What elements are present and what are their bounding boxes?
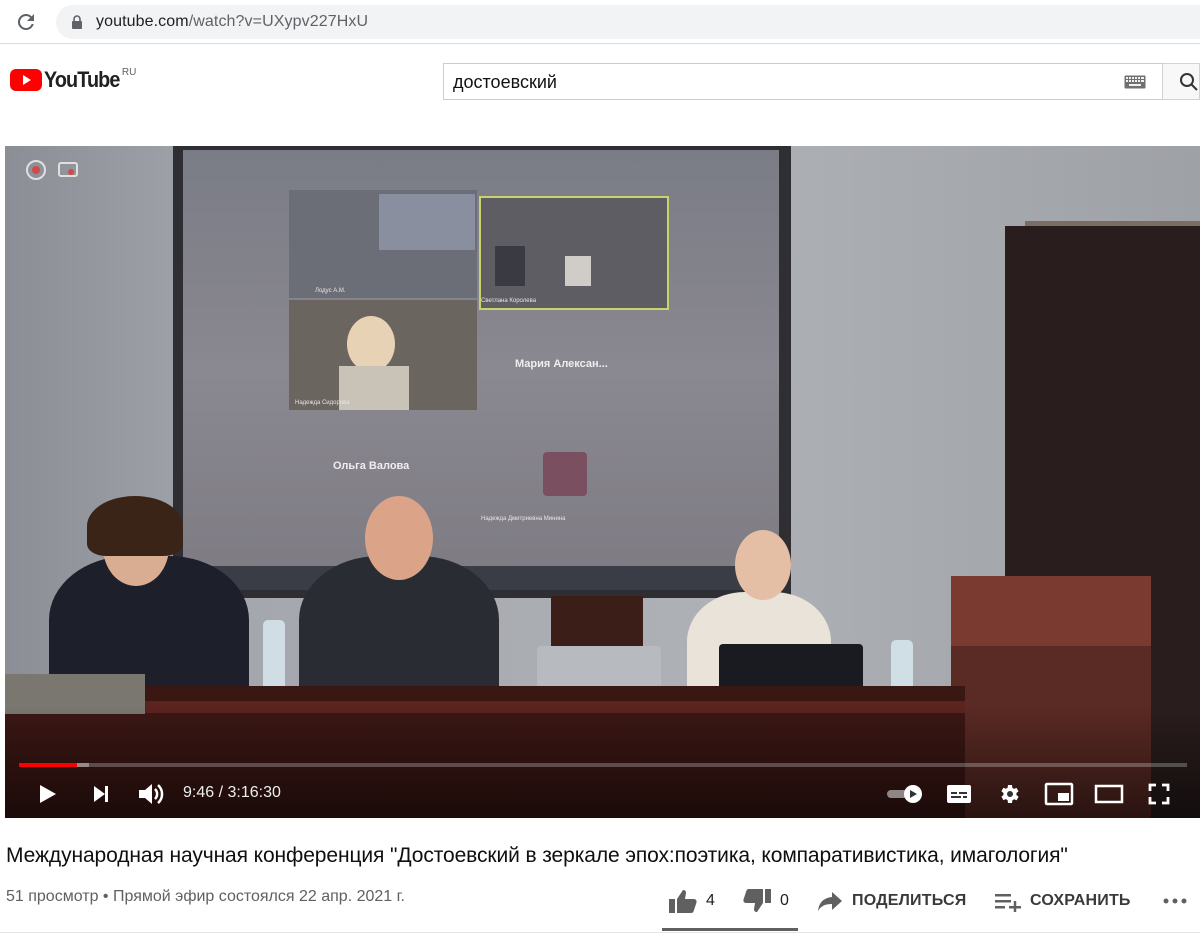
next-button[interactable] [83,776,119,812]
search-input[interactable]: достоевский [443,63,1163,100]
stream-status-icons [26,160,78,180]
search-icon [1180,73,1198,91]
like-ratio-fill [662,928,798,931]
speaker-right-head [735,530,791,600]
more-horizontal-icon [1163,898,1187,904]
dislike-button[interactable]: 0 [742,886,789,916]
speaker-left-hair [87,496,183,556]
miniplayer-icon [1044,782,1074,806]
add-to-playlist-icon [995,894,1021,912]
video-meta: 51 просмотр • Прямой эфир состоялся 22 а… [6,888,405,906]
like-count: 4 [706,892,715,909]
subtitles-icon [947,785,971,803]
browser-toolbar: youtube.com/watch?v=UXypv227HxU [0,0,1200,44]
url-text[interactable]: youtube.com/watch?v=UXypv227HxU [96,13,368,31]
dislike-count: 0 [780,892,789,909]
url-host: youtube.com [96,13,189,30]
youtube-logo[interactable]: YouTube RU [10,67,136,93]
settings-gear-icon [1001,785,1019,803]
time-current: 9:46 [183,784,215,801]
subtitles-button[interactable] [941,776,977,812]
play-icon [40,785,56,803]
volume-button[interactable] [133,776,169,812]
theater-mode-icon [1094,784,1124,804]
thumbs-up-icon [669,890,697,913]
speaker-center-head [365,496,433,580]
participant-name-maria: Мария Алексан... [515,358,608,370]
call-tile-window [379,194,475,250]
theater-mode-button[interactable] [1091,776,1127,812]
logo-region: RU [121,67,137,78]
logo-wordmark: YouTube [44,67,120,92]
stream-date: Прямой эфир состоялся 22 апр. 2021 г. [112,888,405,905]
share-label: ПОДЕЛИТЬСЯ [852,892,967,909]
participant-avatar [543,452,587,496]
video-player[interactable]: Лодус А.М. Светлана Королева Надежда Сид… [5,146,1200,818]
volume-icon [139,784,164,804]
search-query-text: достоевский [453,72,557,92]
call-tile-person [565,256,591,286]
tile-name-label: Светлана Королева [481,298,537,304]
search-button[interactable] [1162,63,1200,100]
like-button[interactable]: 4 [668,886,715,916]
progress-bar[interactable] [19,763,1187,767]
call-tile-person [495,246,525,286]
save-button[interactable]: СОХРАНИТЬ [994,886,1131,916]
share-icon [818,892,842,911]
view-count: 51 просмотр [6,888,99,905]
participant-name-nadezhda: Надежда Дмитриевна Минина [481,516,566,522]
autoplay-toggle-icon [887,785,922,803]
fullscreen-icon [1148,783,1170,805]
time-total: 3:16:30 [227,784,281,801]
podium-top [951,576,1151,646]
time-display: 9:46 / 3:16:30 [183,784,281,802]
lock-icon[interactable] [70,15,84,29]
time-separator: / [214,784,228,801]
youtube-play-logo-icon [10,69,42,91]
tile-name-label: Лодус А.М. [315,288,346,294]
tile-name-label: Надежда Сидорова [295,400,350,406]
play-button[interactable] [29,776,65,812]
url-path: /watch?v=UXypv227HxU [188,13,369,30]
fullscreen-button[interactable] [1141,776,1177,812]
youtube-header: YouTube RU достоевский [0,45,1200,117]
address-bar[interactable]: youtube.com/watch?v=UXypv227HxU [56,5,1200,39]
reload-icon[interactable] [14,10,38,34]
more-actions-button[interactable] [1162,886,1188,916]
like-ratio-bar [662,928,798,931]
settings-button[interactable] [991,776,1027,812]
meta-separator: • [98,888,113,905]
section-divider [0,932,1200,933]
save-label: СОХРАНИТЬ [1030,892,1131,909]
miniplayer-button[interactable] [1041,776,1077,812]
next-icon [94,786,108,802]
video-title: Международная научная конференция "Досто… [6,844,1068,867]
share-button[interactable]: ПОДЕЛИТЬСЯ [816,886,966,916]
autoplay-toggle[interactable] [883,776,927,812]
keyboard-icon[interactable] [1124,75,1146,89]
progress-played [19,763,78,767]
participant-name-olga: Ольга Валова [333,460,410,472]
thumbs-down-icon [743,889,771,912]
call-participant-face [347,316,395,372]
